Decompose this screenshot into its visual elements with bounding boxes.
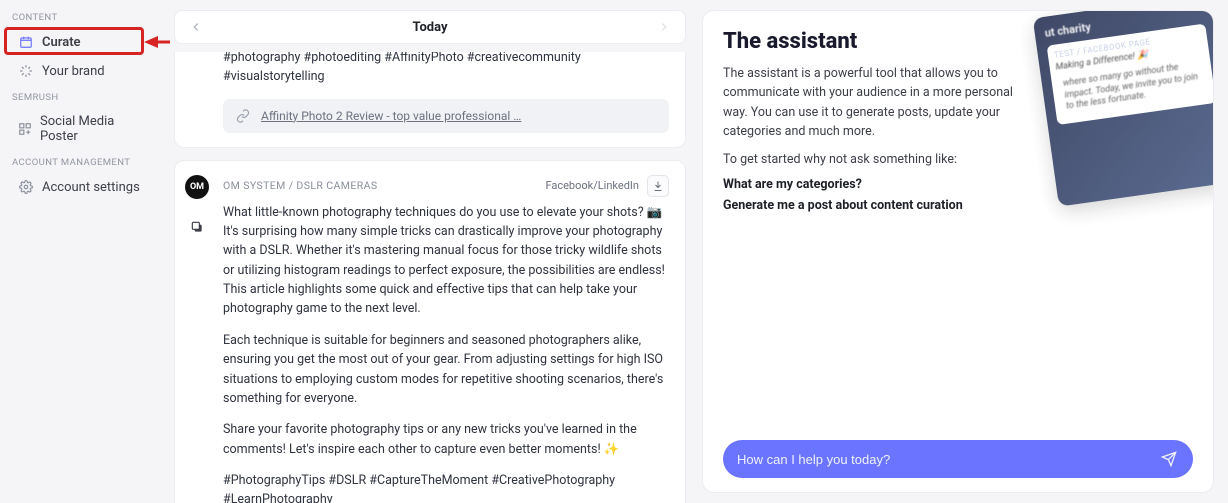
chat-input-field[interactable] [737, 452, 1159, 467]
sidebar-item-label: Account settings [42, 180, 140, 195]
post-channel-label: Facebook/LinkedIn [545, 179, 639, 192]
post-text: What little-known photography techniques… [223, 203, 669, 319]
assistant-chat-input[interactable] [723, 440, 1193, 478]
copy-icon[interactable] [187, 217, 207, 237]
prev-day-button[interactable] [185, 16, 207, 38]
download-button[interactable] [647, 175, 669, 197]
sidebar-item-curate[interactable]: Curate [6, 28, 152, 56]
sidebar-item-poster[interactable]: Social Media Poster [6, 108, 152, 150]
next-day-button[interactable] [653, 16, 675, 38]
sidebar: CONTENT Curate Your brand SEMRUSH Social… [0, 0, 158, 503]
post-card: OM OM SYSTEM / DSLR CAMERAS Facebook/Lin… [174, 160, 686, 503]
post-link-text[interactable]: Affinity Photo 2 Review - top value prof… [261, 109, 521, 123]
post-hashtags: #PhotographyTips #DSLR #CaptureTheMoment… [223, 471, 669, 503]
sidebar-section-account: ACCOUNT MANAGEMENT [0, 151, 158, 172]
date-header: Today [174, 10, 686, 44]
post-link-pill[interactable]: Affinity Photo 2 Review - top value prof… [223, 99, 669, 133]
calendar-icon [18, 34, 34, 50]
assistant-panel: ut charity TEST / FACEBOOK PAGE Making a… [702, 10, 1214, 493]
send-icon[interactable] [1159, 449, 1179, 469]
post-category: OM SYSTEM / DSLR CAMERAS [223, 179, 377, 192]
sparkle-icon [18, 63, 34, 79]
avatar: OM [185, 175, 209, 199]
sidebar-item-label: Social Media Poster [40, 114, 140, 144]
assistant-preview-image: ut charity TEST / FACEBOOK PAGE Making a… [1033, 10, 1214, 207]
sidebar-section-content: CONTENT [0, 6, 158, 27]
grid-plus-icon [18, 121, 32, 137]
post-hashtags: #photography #photoediting #AffinityPhot… [223, 52, 669, 87]
date-title: Today [412, 20, 447, 35]
link-icon [235, 108, 251, 124]
feed-column: Today What features do you value most in… [170, 0, 690, 503]
sidebar-section-semrush: SEMRUSH [0, 86, 158, 107]
feed-list: What features do you value most in your … [170, 52, 690, 503]
assistant-prompt-suggestion[interactable]: Generate me a post about content curatio… [723, 198, 1193, 213]
sidebar-item-label: Your brand [42, 64, 105, 79]
post-text: Share your favorite photography tips or … [223, 420, 669, 459]
gear-icon [18, 179, 34, 195]
sidebar-item-label: Curate [42, 35, 81, 50]
post-card: What features do you value most in your … [174, 52, 686, 148]
assistant-desc: The assistant is a powerful tool that al… [723, 64, 1023, 142]
post-text: Each technique is suitable for beginners… [223, 331, 669, 409]
sidebar-item-brand[interactable]: Your brand [6, 57, 152, 85]
sidebar-item-settings[interactable]: Account settings [6, 173, 152, 201]
